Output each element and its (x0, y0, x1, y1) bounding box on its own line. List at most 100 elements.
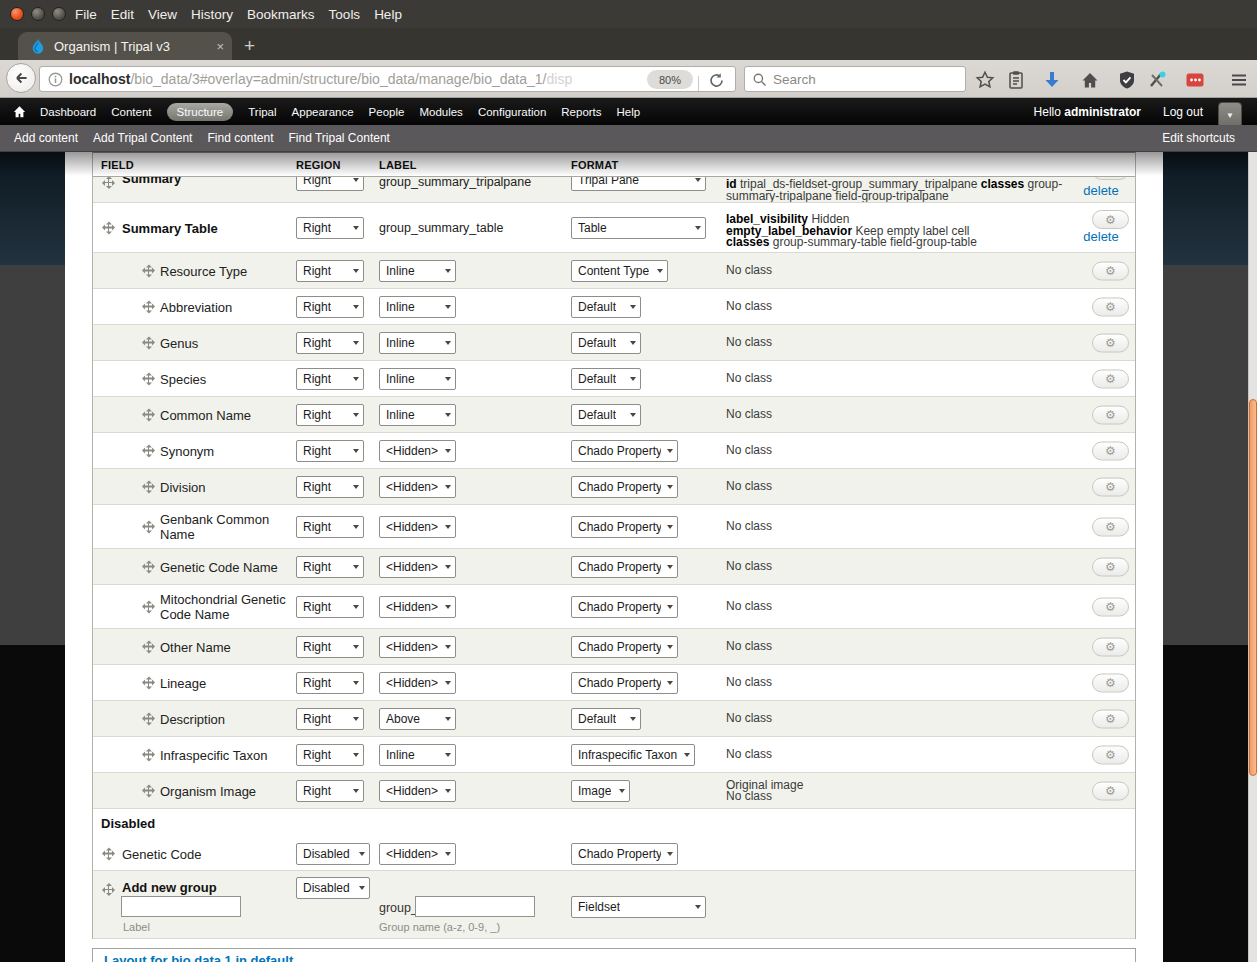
format-select[interactable]: Default (571, 708, 641, 730)
format-settings-button[interactable]: ⚙ (1092, 597, 1129, 616)
drag-handle[interactable] (142, 480, 155, 493)
drag-handle[interactable] (142, 640, 155, 653)
label-select[interactable]: <Hidden> (379, 672, 456, 694)
format-select[interactable]: Chado Property (571, 843, 678, 865)
shortcut-add-tripal-content[interactable]: Add Tripal Content (93, 131, 192, 145)
window-minimize-button[interactable] (31, 7, 45, 21)
drag-handle[interactable] (142, 784, 155, 797)
scrollbar-thumb[interactable] (1249, 399, 1257, 776)
label-select[interactable]: Inline (379, 296, 456, 318)
label-select[interactable]: Inline (379, 368, 456, 390)
admin-menu-help[interactable]: Help (617, 106, 641, 118)
format-settings-button[interactable]: ⚙ (1092, 709, 1129, 728)
format-select[interactable]: Chado Property (571, 516, 678, 538)
menu-help[interactable]: Help (374, 7, 402, 22)
red-extension-icon[interactable] (1185, 70, 1205, 90)
region-select[interactable]: Right (296, 556, 364, 578)
format-settings-button[interactable]: ⚙ (1092, 369, 1129, 388)
format-select[interactable]: Default (571, 296, 641, 318)
admin-menu-configuration[interactable]: Configuration (478, 106, 546, 118)
format-select[interactable]: Chado Property (571, 476, 678, 498)
region-select[interactable]: Right (296, 708, 364, 730)
label-select[interactable]: <Hidden> (379, 636, 456, 658)
browser-tab[interactable]: Organism | Tripal v3 × (18, 32, 232, 60)
menu-file[interactable]: File (75, 7, 97, 22)
format-select[interactable]: Tripal Pane (571, 177, 706, 191)
drag-handle[interactable] (142, 600, 155, 613)
region-select[interactable]: Right (296, 636, 364, 658)
format-select[interactable]: Chado Property (571, 440, 678, 462)
new-group-label-input[interactable] (121, 896, 241, 917)
drag-handle[interactable] (142, 748, 155, 761)
format-settings-button[interactable]: ⚙ (1092, 441, 1129, 460)
shield-icon[interactable] (1117, 70, 1137, 90)
downloads-icon[interactable] (1042, 70, 1062, 90)
menu-bookmarks[interactable]: Bookmarks (247, 7, 315, 22)
format-select[interactable]: Default (571, 404, 641, 426)
label-select[interactable]: <Hidden> (379, 516, 456, 538)
label-select[interactable]: <Hidden> (379, 440, 456, 462)
format-select[interactable]: Chado Property (571, 636, 678, 658)
format-select[interactable]: Chado Property (571, 672, 678, 694)
format-settings-button[interactable]: ⚙ (1092, 745, 1129, 764)
label-select[interactable]: Inline (379, 404, 456, 426)
admin-menu-people[interactable]: People (369, 106, 405, 118)
region-select[interactable]: Disabled (296, 843, 370, 865)
admin-menu-content[interactable]: Content (111, 106, 151, 118)
drag-handle[interactable] (142, 336, 155, 349)
menu-edit[interactable]: Edit (111, 7, 134, 22)
browser-scrollbar[interactable] (1248, 152, 1257, 962)
label-select[interactable]: <Hidden> (379, 476, 456, 498)
drag-handle[interactable] (142, 520, 155, 533)
format-settings-button[interactable]: ⚙ (1092, 477, 1129, 496)
logout-link[interactable]: Log out (1163, 105, 1203, 119)
drag-handle[interactable] (142, 408, 155, 421)
zoom-level-badge[interactable]: 80% (647, 70, 693, 89)
region-select[interactable]: Right (296, 780, 364, 802)
back-button[interactable] (6, 63, 36, 93)
region-select[interactable]: Right (296, 596, 364, 618)
format-settings-button[interactable]: ⚙ (1092, 261, 1129, 280)
label-select[interactable]: Inline (379, 332, 456, 354)
format-select[interactable]: Image (571, 780, 630, 802)
drag-handle[interactable] (142, 264, 155, 277)
format-select[interactable]: Content Type (571, 260, 668, 282)
format-select[interactable]: Table (571, 217, 706, 239)
tab-close-icon[interactable]: × (216, 39, 224, 54)
drag-handle[interactable] (102, 883, 115, 896)
url-bar[interactable]: localhost/bio_data/3#overlay=admin/struc… (39, 66, 736, 92)
shortcut-add-content[interactable]: Add content (14, 131, 78, 145)
drag-handle[interactable] (142, 676, 155, 689)
reload-icon[interactable] (708, 72, 725, 89)
format-select[interactable]: Default (571, 368, 641, 390)
label-select[interactable]: <Hidden> (379, 596, 456, 618)
region-select[interactable]: Right (296, 516, 364, 538)
region-select[interactable]: Right (296, 332, 364, 354)
delete-link[interactable]: delete (1077, 229, 1125, 244)
format-settings-button[interactable]: ⚙ (1092, 210, 1129, 229)
region-select[interactable]: Disabled (296, 877, 370, 899)
tools-extension-icon[interactable] (1147, 70, 1167, 90)
format-settings-button[interactable]: ⚙ (1092, 405, 1129, 424)
format-select[interactable]: Chado Property (571, 596, 678, 618)
menu-tools[interactable]: Tools (329, 7, 361, 22)
format-select[interactable]: Default (571, 332, 641, 354)
edit-shortcuts-link[interactable]: Edit shortcuts (1162, 131, 1235, 145)
drag-handle[interactable] (142, 560, 155, 573)
label-select[interactable]: <Hidden> (379, 843, 456, 865)
label-select[interactable]: <Hidden> (379, 556, 456, 578)
menu-history[interactable]: History (191, 7, 233, 22)
admin-menu-appearance[interactable]: Appearance (292, 106, 354, 118)
admin-menu-modules[interactable]: Modules (419, 106, 462, 118)
format-settings-button[interactable]: ⚙ (1092, 177, 1129, 180)
drag-handle[interactable] (102, 177, 115, 189)
drag-handle[interactable] (142, 712, 155, 725)
region-select[interactable]: Right (296, 177, 364, 191)
new-tab-button[interactable]: + (244, 36, 255, 55)
label-select[interactable]: Above (379, 708, 456, 730)
format-select[interactable]: Chado Property (571, 556, 678, 578)
format-settings-button[interactable]: ⚙ (1092, 517, 1129, 536)
label-select[interactable]: <Hidden> (379, 780, 456, 802)
drag-handle[interactable] (102, 221, 115, 234)
shortcut-find-tripal-content[interactable]: Find Tripal Content (289, 131, 390, 145)
